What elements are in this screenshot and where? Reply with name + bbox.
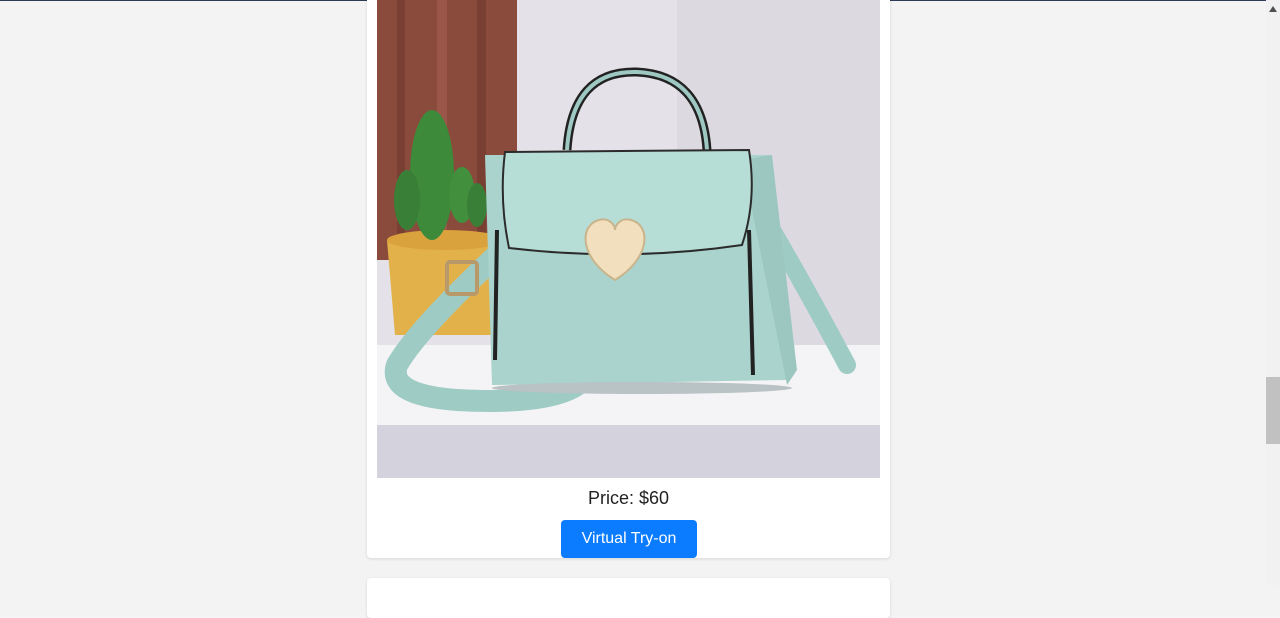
product-price: Price: $60 — [367, 488, 890, 509]
next-product-card — [367, 578, 890, 618]
product-image[interactable] — [377, 0, 880, 478]
scroll-up-arrow-icon[interactable] — [1266, 0, 1280, 17]
scrollbar-thumb[interactable] — [1266, 377, 1280, 444]
product-card: Price: $60 Virtual Try-on — [367, 0, 890, 558]
price-value: $60 — [638, 488, 670, 508]
virtual-tryon-button[interactable]: Virtual Try-on — [561, 520, 697, 558]
price-label: Price: — [587, 488, 639, 508]
page-scrollbar[interactable] — [1266, 0, 1280, 585]
